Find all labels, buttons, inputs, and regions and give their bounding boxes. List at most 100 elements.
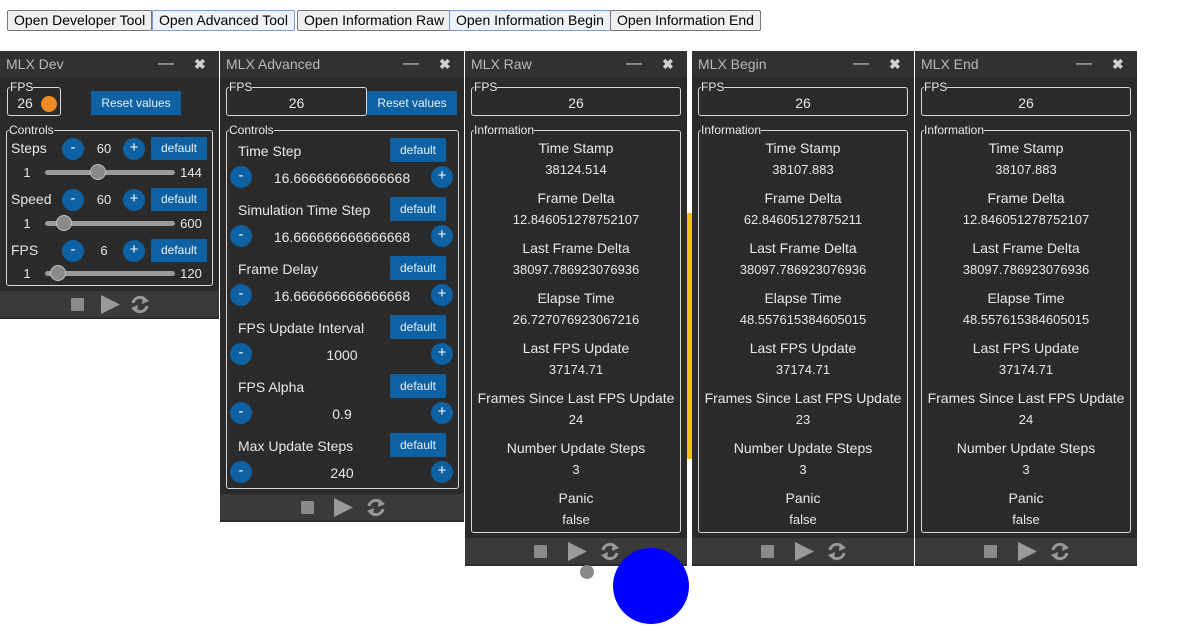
fps-decrement-button[interactable]: - — [62, 240, 84, 262]
close-icon[interactable]: ✖ — [439, 51, 451, 77]
mlx-raw-panel: MLX Raw — ✖ FPS 26 Information Time Stam… — [465, 51, 687, 566]
info-item: Elapse Time 26.727076923067216 — [465, 287, 687, 331]
refresh-icon[interactable] — [600, 542, 620, 561]
open-information-begin-button[interactable]: Open Information Begin — [449, 10, 611, 31]
advanced-control-3-decrement-button[interactable]: - — [230, 343, 252, 365]
speed-min: 1 — [23, 216, 31, 231]
player-controls — [220, 494, 464, 520]
info-item: Elapse Time 48.557615384605015 — [915, 287, 1137, 331]
advanced-control-4-value: 0.9 — [332, 406, 352, 422]
close-icon[interactable]: ✖ — [194, 51, 206, 77]
steps-value: 60 — [96, 141, 112, 156]
info-value: 12.846051278752107 — [512, 212, 640, 227]
advanced-control-2-increment-button[interactable]: + — [431, 284, 453, 306]
minimize-icon[interactable]: — — [158, 51, 174, 77]
refresh-icon[interactable] — [366, 498, 386, 517]
advanced-control-3-increment-button[interactable]: + — [431, 343, 453, 365]
speed-default-button[interactable]: default — [151, 188, 207, 211]
minimize-icon[interactable]: — — [403, 51, 419, 77]
speed-increment-button[interactable]: + — [123, 189, 145, 211]
speed-slider-thumb[interactable] — [56, 215, 72, 231]
info-item: Number Update Steps 3 — [465, 437, 687, 481]
close-icon[interactable]: ✖ — [889, 51, 901, 77]
play-icon[interactable] — [794, 542, 814, 561]
steps-slider-track[interactable] — [45, 170, 175, 175]
raw-titlebar[interactable]: MLX Raw — ✖ — [465, 51, 687, 77]
advanced-control-4-decrement-button[interactable]: - — [230, 402, 252, 424]
fps-value: 26 — [1018, 95, 1034, 111]
stop-icon[interactable] — [984, 545, 997, 558]
info-item: Frames Since Last FPS Update 24 — [915, 387, 1137, 431]
advanced-control-5-default-button[interactable]: default — [390, 433, 446, 457]
fps-value: 26 — [288, 95, 305, 111]
mlx-dev-titlebar[interactable]: MLX Dev — ✖ — [0, 51, 219, 77]
advanced-control-1-value: 16.666666666666668 — [273, 229, 411, 245]
play-icon[interactable] — [333, 498, 353, 517]
stop-icon[interactable] — [534, 545, 547, 558]
advanced-control-5-value: 240 — [330, 465, 354, 481]
advanced-control-1-increment-button[interactable]: + — [431, 225, 453, 247]
info-key: Panic — [785, 490, 821, 506]
fps-default-button[interactable]: default — [151, 239, 207, 262]
open-information-raw-button[interactable]: Open Information Raw — [297, 10, 452, 31]
fps-min: 1 — [23, 266, 31, 281]
advanced-control-0-decrement-button[interactable]: - — [230, 166, 252, 188]
play-icon[interactable] — [100, 295, 120, 314]
advanced-control-1-decrement-button[interactable]: - — [230, 225, 252, 247]
info-value: false — [562, 512, 590, 527]
fps-slider-thumb[interactable] — [50, 265, 66, 281]
advanced-control-0-default-button[interactable]: default — [390, 138, 446, 162]
open-advanced-tool-button[interactable]: Open Advanced Tool — [152, 10, 295, 31]
refresh-icon[interactable] — [130, 295, 150, 314]
stop-icon[interactable] — [71, 298, 84, 311]
steps-decrement-button[interactable]: - — [62, 138, 84, 160]
advanced-control-2-decrement-button[interactable]: - — [230, 284, 252, 306]
speed-value: 60 — [96, 192, 112, 207]
advanced-control-1-default-button[interactable]: default — [390, 197, 446, 221]
fps-legend: FPS — [474, 80, 498, 94]
minimize-icon[interactable]: — — [853, 51, 869, 77]
info-item: Frame Delta 12.846051278752107 — [915, 187, 1137, 231]
begin-titlebar[interactable]: MLX Begin — ✖ — [692, 51, 914, 77]
advanced-control-4-increment-button[interactable]: + — [431, 402, 453, 424]
close-icon[interactable]: ✖ — [662, 51, 674, 77]
advanced-control-5-decrement-button[interactable]: - — [230, 461, 252, 483]
mlx-advanced-titlebar[interactable]: MLX Advanced — ✖ — [220, 51, 464, 77]
info-value: 38097.786923076936 — [962, 262, 1090, 277]
reset-values-button[interactable]: Reset values — [367, 91, 457, 115]
open-information-end-button[interactable]: Open Information End — [610, 10, 761, 31]
end-titlebar[interactable]: MLX End — ✖ — [915, 51, 1137, 77]
close-icon[interactable]: ✖ — [1112, 51, 1124, 77]
advanced-control-3-value: 1000 — [326, 347, 358, 363]
advanced-control-3-default-button[interactable]: default — [390, 315, 446, 339]
advanced-control-5-increment-button[interactable]: + — [431, 461, 453, 483]
advanced-control-0-increment-button[interactable]: + — [431, 166, 453, 188]
play-icon[interactable] — [1017, 542, 1037, 561]
gray-dot — [580, 565, 594, 579]
refresh-icon[interactable] — [827, 542, 847, 561]
play-icon[interactable] — [567, 542, 587, 561]
steps-default-button[interactable]: default — [151, 137, 207, 160]
advanced-control-2-default-button[interactable]: default — [390, 256, 446, 280]
fps-control-value: 6 — [100, 243, 108, 258]
stop-icon[interactable] — [761, 545, 774, 558]
fps-legend: FPS — [924, 80, 948, 94]
controls-legend: Controls — [9, 123, 54, 137]
info-key: Frame Delta — [764, 190, 842, 206]
advanced-control-4-default-button[interactable]: default — [390, 374, 446, 398]
speed-decrement-button[interactable]: - — [62, 189, 84, 211]
open-developer-tool-button[interactable]: Open Developer Tool — [7, 10, 153, 31]
minimize-icon[interactable]: — — [626, 51, 642, 77]
information-legend: Information — [701, 123, 762, 137]
refresh-icon[interactable] — [1050, 542, 1070, 561]
steps-slider-thumb[interactable] — [90, 164, 106, 180]
stop-icon[interactable] — [301, 501, 314, 514]
steps-increment-button[interactable]: + — [123, 138, 145, 160]
minimize-icon[interactable]: — — [1076, 51, 1092, 77]
steps-max: 144 — [180, 165, 202, 180]
reset-values-button[interactable]: Reset values — [91, 91, 181, 115]
fps-increment-button[interactable]: + — [123, 240, 145, 262]
advanced-control-0-label: Time Step — [238, 143, 302, 159]
info-item: Panic false — [465, 487, 687, 531]
advanced-control-2-label: Frame Delay — [238, 261, 319, 277]
